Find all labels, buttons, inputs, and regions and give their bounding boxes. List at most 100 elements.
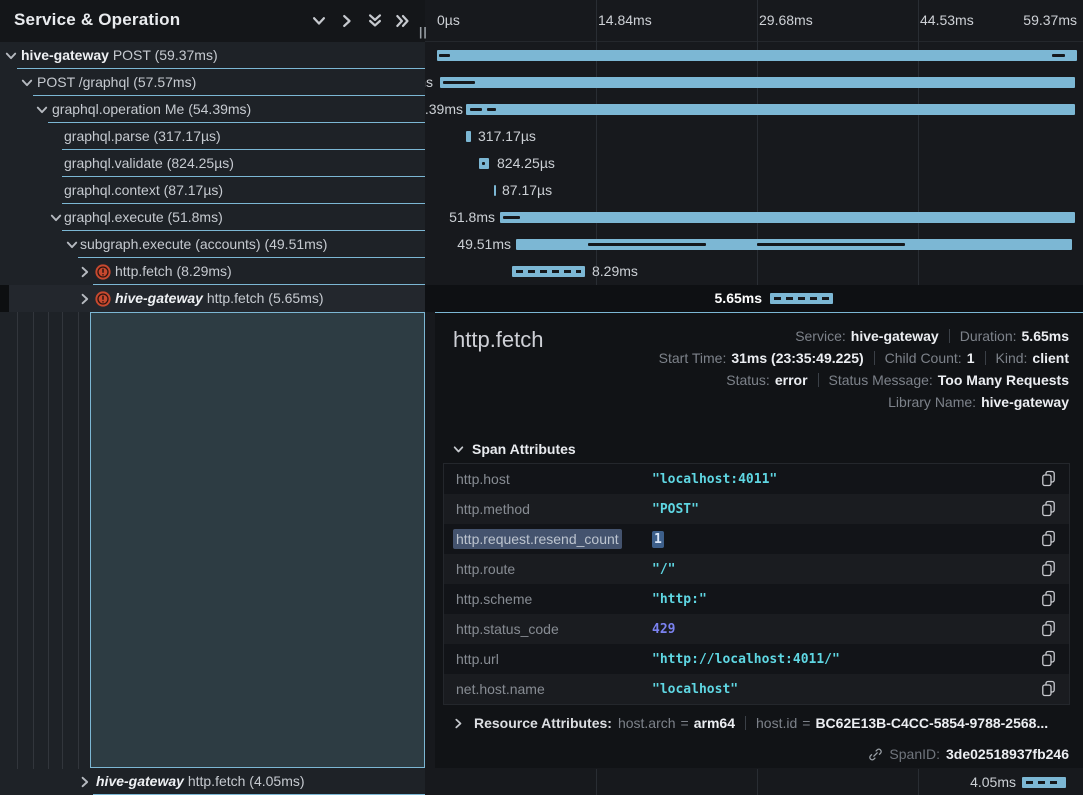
child-span-mark xyxy=(757,243,905,246)
attribute-value: 1 xyxy=(652,532,1041,547)
span-attributes-header[interactable]: Span Attributes xyxy=(453,441,576,457)
meta-label: Child Count: xyxy=(885,349,962,367)
chevron-right-icon[interactable] xyxy=(79,775,91,787)
resource-attributes-title: Resource Attributes: xyxy=(474,715,612,731)
timeline-row[interactable]: 8.29ms xyxy=(425,258,1083,285)
span-bar[interactable] xyxy=(500,212,1075,223)
chevron-right-icon xyxy=(453,718,464,729)
tree-row[interactable]: graphql.operation Me (54.39ms) xyxy=(0,96,425,123)
chevron-down-icon[interactable] xyxy=(36,103,48,115)
tree-header-title: Service & Operation xyxy=(14,10,180,30)
attribute-key: http.route xyxy=(456,561,652,577)
span-bar[interactable] xyxy=(440,77,1075,88)
span-bar[interactable] xyxy=(437,50,1077,61)
attribute-value: "/" xyxy=(652,562,1041,577)
span-meta-line: Library Name:hive-gateway xyxy=(888,393,1069,411)
tree-row[interactable]: hive-gateway http.fetch (5.65ms) xyxy=(0,285,425,312)
span-bar[interactable] xyxy=(516,239,1072,250)
attribute-value: "localhost:4011" xyxy=(652,472,1041,487)
link-icon[interactable] xyxy=(868,747,883,762)
span-label: graphql.execute (51.8ms) xyxy=(64,209,223,225)
duration-label: 87.17µs xyxy=(502,182,552,198)
timeline-row[interactable]: 87.17µs xyxy=(425,177,1083,204)
child-span-mark xyxy=(470,108,482,111)
span-title: http.fetch xyxy=(453,327,544,353)
attribute-row: http.scheme"http:" xyxy=(444,584,1069,614)
resource-attributes-row[interactable]: Resource Attributes: host.arch=arm64host… xyxy=(453,715,1048,731)
duration-label: 57.57ms xyxy=(425,74,433,90)
tree-row[interactable]: POST /graphql (57.57ms) xyxy=(0,69,425,96)
copy-icon[interactable] xyxy=(1041,560,1057,578)
meta-value: 1 xyxy=(967,349,975,367)
span-tree-pane: Service & Operation hive-gateway POST (5… xyxy=(0,0,425,795)
timeline-row[interactable]: 5.65ms xyxy=(425,285,1083,312)
chevron-down-icon[interactable] xyxy=(66,238,78,250)
timeline-axis: 0µs14.84ms29.68ms44.53ms59.37ms xyxy=(425,0,1083,42)
timeline-row-bottom[interactable]: 4.05ms xyxy=(425,769,1083,795)
span-bar[interactable] xyxy=(512,266,585,277)
attribute-row: http.route"/" xyxy=(444,554,1069,584)
timeline-row[interactable]: 51.8ms xyxy=(425,204,1083,231)
timeline-row[interactable]: 49.51ms xyxy=(425,231,1083,258)
child-span-mark xyxy=(503,216,520,219)
chevron-down-icon[interactable] xyxy=(50,211,62,223)
chevron-right-icon[interactable] xyxy=(79,292,91,304)
trace-viewer: 0µs14.84ms29.68ms44.53ms59.37ms 57.57ms 5… xyxy=(0,0,1083,795)
meta-label: Duration: xyxy=(960,327,1017,345)
span-id-value: 3de02518937fb246 xyxy=(946,746,1069,762)
tree-row[interactable]: graphql.context (87.17µs) xyxy=(0,177,425,204)
meta-label: Status Message: xyxy=(829,371,933,389)
copy-icon[interactable] xyxy=(1041,530,1057,548)
meta-value: hive-gateway xyxy=(851,327,939,345)
span-bar[interactable] xyxy=(494,185,496,196)
span-id-row: SpanID: 3de02518937fb246 xyxy=(868,746,1069,762)
tree-row[interactable]: http.fetch (8.29ms) xyxy=(0,258,425,285)
span-bar[interactable] xyxy=(1022,777,1066,788)
meta-label: Library Name: xyxy=(888,393,976,411)
timeline-row[interactable]: 317.17µs xyxy=(425,123,1083,150)
chevron-down-icon[interactable] xyxy=(5,49,17,61)
attribute-key: http.scheme xyxy=(456,591,652,607)
span-id-label: SpanID: xyxy=(889,746,940,762)
span-meta-line: Status:errorStatus Message:Too Many Requ… xyxy=(726,371,1069,389)
pane-resize-handle[interactable]: || xyxy=(419,25,428,39)
chevron-down-icon[interactable] xyxy=(312,14,330,30)
copy-icon[interactable] xyxy=(1041,590,1057,608)
duration-label: 824.25µs xyxy=(497,155,555,171)
attribute-key: net.host.name xyxy=(456,681,652,697)
span-bar[interactable] xyxy=(770,293,833,304)
error-status-icon xyxy=(95,291,111,307)
timeline-row[interactable]: 57.57ms xyxy=(425,69,1083,96)
attribute-row: http.host"localhost:4011" xyxy=(444,464,1069,494)
span-bar[interactable] xyxy=(466,104,1075,115)
copy-icon[interactable] xyxy=(1041,620,1057,638)
tree-row-bottom[interactable]: hive-gateway http.fetch (4.05ms) xyxy=(0,769,425,795)
tree-row[interactable]: graphql.execute (51.8ms) xyxy=(0,204,425,231)
attribute-row: http.status_code429 xyxy=(444,614,1069,644)
attribute-row: http.request.resend_count1 xyxy=(444,524,1069,554)
tree-row[interactable]: hive-gateway POST (59.37ms) xyxy=(0,42,425,69)
chevron-right-icon[interactable] xyxy=(79,265,91,277)
span-bar[interactable] xyxy=(479,158,489,169)
duration-label: 4.05ms xyxy=(886,774,1016,790)
span-meta: Service:hive-gatewayDuration:5.65msStart… xyxy=(659,327,1069,411)
timeline-row[interactable]: 54.39ms xyxy=(425,96,1083,123)
copy-icon[interactable] xyxy=(1041,680,1057,698)
copy-icon[interactable] xyxy=(1041,470,1057,488)
tree-row[interactable]: graphql.parse (317.17µs) xyxy=(0,123,425,150)
chevron-right-icon[interactable] xyxy=(340,14,358,30)
meta-label: Service: xyxy=(795,327,846,345)
tree-row[interactable]: subgraph.execute (accounts) (49.51ms) xyxy=(0,231,425,258)
timeline-row[interactable] xyxy=(425,42,1083,69)
span-bar[interactable] xyxy=(466,131,471,142)
chevron-down-icon[interactable] xyxy=(21,76,33,88)
copy-icon[interactable] xyxy=(1041,500,1057,518)
tree-row[interactable]: graphql.validate (824.25µs) xyxy=(0,150,425,177)
copy-icon[interactable] xyxy=(1041,650,1057,668)
meta-label: Start Time: xyxy=(659,349,727,367)
double-chevron-down-icon[interactable] xyxy=(368,14,386,30)
timeline-row[interactable]: 824.25µs xyxy=(425,150,1083,177)
resource-separator xyxy=(745,716,746,730)
double-chevron-right-icon[interactable] xyxy=(396,14,414,30)
attribute-key: http.host xyxy=(456,471,652,487)
